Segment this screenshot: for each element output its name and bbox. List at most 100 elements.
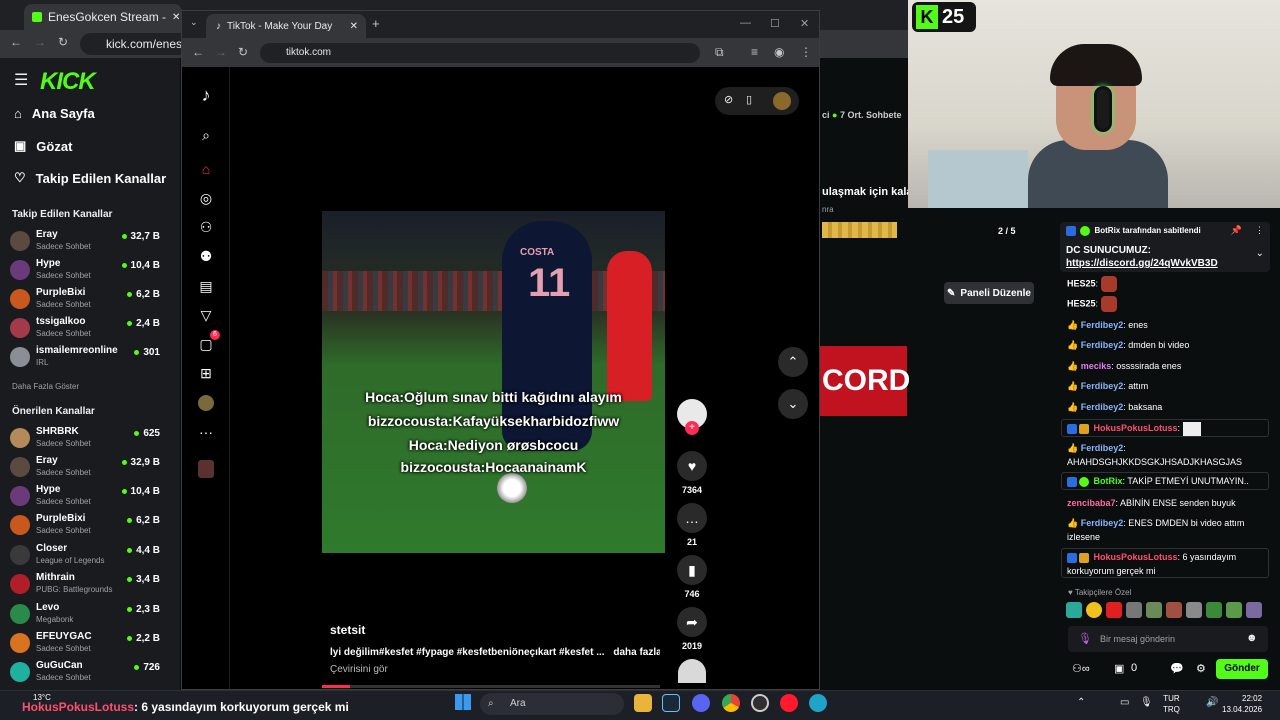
video-progress-bar[interactable]: [322, 685, 660, 688]
inbox-icon[interactable]: ▢ 6: [196, 330, 220, 354]
emote[interactable]: [1106, 602, 1122, 618]
search-icon[interactable]: ⌕: [196, 125, 216, 145]
following-icon[interactable]: ⚇: [196, 217, 216, 237]
discord-banner[interactable]: CORD: [820, 346, 910, 416]
chat-username[interactable]: Ferdibey2: [1081, 443, 1124, 453]
chrome-icon[interactable]: [722, 694, 740, 712]
explore-icon[interactable]: ◎: [196, 188, 216, 208]
share-icon[interactable]: ➦: [677, 607, 707, 637]
more-link[interactable]: daha fazlası: [613, 647, 660, 658]
upload-icon[interactable]: ⊞: [196, 363, 216, 383]
comment-icon[interactable]: …: [677, 503, 707, 533]
send-button[interactable]: Gönder: [1216, 659, 1268, 679]
recommended-channel[interactable]: EFEUYGAC Sadece Sohbet 2,2 B: [10, 631, 170, 659]
microphone-icon[interactable]: 🎙: [1078, 632, 1092, 645]
taskbar-search[interactable]: ⌕ Ara: [480, 693, 624, 715]
video-author[interactable]: stetsit: [330, 623, 365, 637]
chat-username[interactable]: HokusPokusLotuss: [1094, 423, 1178, 433]
more-icon[interactable]: ···: [196, 422, 216, 442]
share-action[interactable]: ➦ 2019: [677, 607, 707, 651]
chat-username[interactable]: meciks: [1081, 361, 1112, 371]
music-disc[interactable]: [677, 659, 707, 683]
extensions-icon[interactable]: ⧉: [715, 45, 724, 60]
emoji-icon[interactable]: ☻: [1246, 632, 1258, 644]
menu-kebab-icon[interactable]: ⋮: [800, 45, 812, 59]
nav-following[interactable]: ♡ Takip Edilen Kanallar: [14, 170, 166, 186]
profile-icon[interactable]: ◉: [774, 45, 784, 59]
save-action[interactable]: ▮ 746: [677, 555, 707, 599]
recommended-channel[interactable]: GuGuCan Sadece Sohbet 726: [10, 660, 170, 688]
comment-action[interactable]: … 21: [677, 503, 707, 547]
tiktok-address-bar[interactable]: tiktok.com: [260, 43, 700, 63]
tray-chevron-icon[interactable]: ⌃: [1077, 697, 1085, 708]
chat-input[interactable]: Bir mesaj gönderin: [1068, 626, 1268, 652]
avatar[interactable]: [773, 92, 791, 110]
media-icon[interactable]: ≡: [751, 45, 758, 59]
language-indicator[interactable]: TUR TRQ: [1163, 693, 1180, 715]
chat-username[interactable]: HES25: [1067, 278, 1096, 288]
tiktok-logo-icon[interactable]: ♪: [196, 85, 216, 105]
close-icon[interactable]: ✕: [172, 12, 180, 23]
emote[interactable]: [1166, 602, 1182, 618]
settings-icon[interactable]: ⊘: [724, 93, 733, 106]
emote[interactable]: [1146, 602, 1162, 618]
emote[interactable]: [1206, 602, 1222, 618]
edge-icon[interactable]: [809, 694, 827, 712]
home-icon[interactable]: ⌂: [196, 159, 216, 179]
recommended-channel[interactable]: SHRBRK Sadece Sohbet 625: [10, 426, 170, 454]
heart-icon[interactable]: ♥: [677, 451, 707, 481]
recommended-channel[interactable]: PurpleBixi Sadece Sohbet 6,2 B: [10, 513, 170, 541]
system-clock[interactable]: 22:02 13.04.2026: [1222, 693, 1262, 715]
windows-start-icon[interactable]: [455, 694, 471, 710]
chest-icon[interactable]: ▣: [1114, 662, 1124, 675]
emote[interactable]: [1126, 602, 1142, 618]
pinned-more-icon[interactable]: ⋮: [1255, 225, 1264, 236]
emote[interactable]: [1066, 602, 1082, 618]
followed-channel[interactable]: tssigalkoo Sadece Sohbet 2,4 B: [10, 316, 170, 344]
new-tab-icon[interactable]: +: [372, 16, 380, 31]
translate-link[interactable]: Çevirisini gör: [330, 664, 388, 675]
show-more-link[interactable]: Daha Fazla Göster: [12, 382, 79, 391]
chat-username[interactable]: BotRix: [1094, 476, 1123, 486]
minimize-icon[interactable]: —: [740, 17, 751, 29]
followed-channel[interactable]: Eray Sadece Sohbet 32,7 B: [10, 229, 170, 257]
emote[interactable]: [1246, 602, 1262, 618]
steam-icon[interactable]: [662, 694, 680, 712]
nav-browse[interactable]: ▣ Gözat: [14, 138, 72, 154]
chat-username[interactable]: Ferdibey2: [1081, 402, 1124, 412]
window-close-icon[interactable]: ✕: [800, 17, 809, 30]
followed-channel[interactable]: PurpleBixi Sadece Sohbet 6,2 B: [10, 287, 170, 315]
chat-bubble-icon[interactable]: 💬: [1170, 662, 1184, 675]
friends-icon[interactable]: ⚉: [196, 246, 216, 266]
previous-video-button[interactable]: ⌃: [778, 347, 808, 377]
chat-username[interactable]: Ferdibey2: [1081, 518, 1124, 528]
creator-follow[interactable]: +: [677, 399, 707, 435]
emote[interactable]: [1186, 602, 1202, 618]
kick-logo[interactable]: KICK: [40, 68, 96, 96]
pin-icon[interactable]: 📌: [1231, 225, 1242, 236]
tiktok-tab[interactable]: ♪ TikTok - Make Your Day ✕: [206, 14, 366, 38]
chat-username[interactable]: zencibaba7: [1067, 498, 1116, 508]
back-icon[interactable]: ←: [10, 35, 22, 49]
like-action[interactable]: ♥ 7364: [677, 451, 707, 495]
network-icon[interactable]: ▭: [1120, 697, 1129, 708]
maximize-icon[interactable]: ☐: [770, 17, 780, 30]
chat-username[interactable]: Ferdibey2: [1081, 320, 1124, 330]
opera-icon[interactable]: [780, 694, 798, 712]
discord-link[interactable]: https://discord.gg/24qWvkVB3D: [1066, 258, 1218, 269]
device-icon[interactable]: ▯: [746, 93, 752, 106]
points-icon[interactable]: ⚇∞: [1072, 662, 1090, 675]
microphone-icon[interactable]: 🎙: [1140, 697, 1153, 708]
video-player[interactable]: COSTA 11 Hoca:Oğlum sınav bitti kağıdını…: [322, 211, 665, 553]
bookmark-icon[interactable]: ▮: [677, 555, 707, 585]
chevron-down-icon[interactable]: ⌄: [1256, 248, 1264, 259]
forward-icon[interactable]: →: [215, 45, 227, 59]
kick-tab[interactable]: EnesGokcen Stream - Watch Li ✕: [24, 4, 182, 30]
follow-plus-icon[interactable]: +: [685, 421, 699, 435]
volume-icon[interactable]: 🔊: [1206, 697, 1218, 708]
chat-username[interactable]: HokusPokusLotuss: [1094, 552, 1178, 562]
gear-icon[interactable]: ⚙: [1196, 662, 1206, 675]
obs-icon[interactable]: [751, 694, 769, 712]
reload-icon[interactable]: ↻: [58, 35, 68, 49]
recommended-channel[interactable]: Eray Sadece Sohbet 32,9 B: [10, 455, 170, 483]
